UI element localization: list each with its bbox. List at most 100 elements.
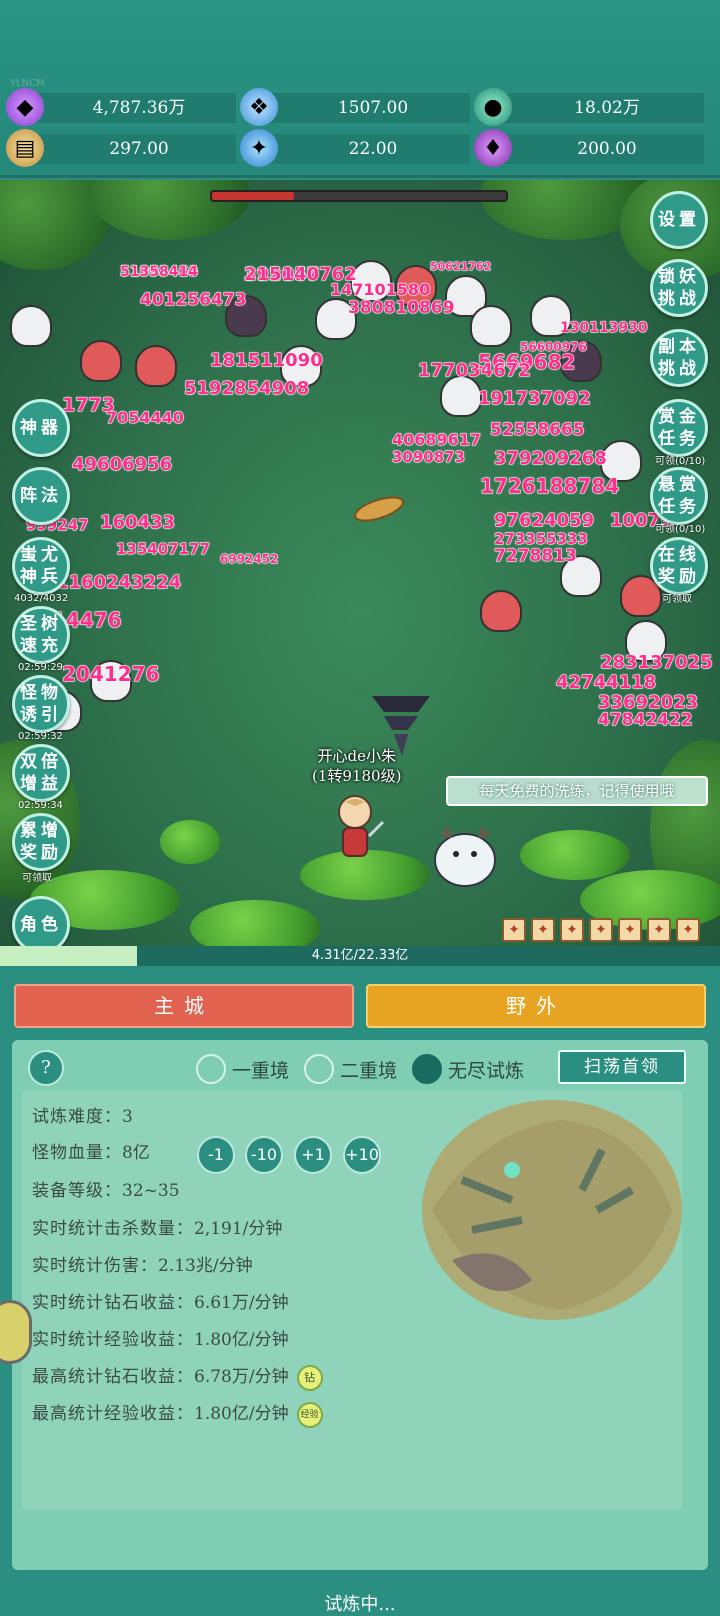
settings-button[interactable]: 设置	[650, 191, 708, 249]
damage-number: 7054440	[106, 408, 185, 428]
diamond-badge-icon: 钻	[296, 1364, 323, 1391]
damage-number: 50621762	[429, 260, 492, 274]
stat-value: 2,191/分钟	[194, 1219, 283, 1239]
stat-label: 怪物血量：	[32, 1143, 122, 1163]
skill-slot-icon[interactable]: ✦	[618, 918, 642, 942]
formation-button[interactable]: 阵法	[12, 467, 70, 525]
stat-label: 实时统计钻石收益：	[32, 1293, 194, 1313]
decrease-10-button[interactable]: -10	[245, 1136, 283, 1174]
resource-value: 4,787.36万	[92, 98, 186, 118]
radio-label: 一重境	[232, 1059, 290, 1082]
player-name: 开心de小朱	[317, 747, 396, 765]
stat-label: 实时统计经验收益：	[32, 1330, 194, 1350]
radio-dot-selected[interactable]	[412, 1054, 442, 1084]
sacred-tree-button[interactable]: 圣树速充	[12, 606, 70, 664]
stat-label: 最高统计经验收益：	[32, 1404, 194, 1424]
monster	[470, 305, 512, 347]
demon-lock-challenge-button[interactable]: 锁妖挑战	[650, 259, 708, 317]
mode-radio-1[interactable]: 一重境	[196, 1054, 289, 1084]
sacred-tree-timer: 02:59:29	[18, 662, 63, 673]
bounty-task-button[interactable]: 赏金任务	[650, 399, 708, 457]
resource-value: 200.00	[577, 139, 637, 159]
damage-number: 52558665	[490, 420, 586, 441]
online-reward-status: 可领取	[662, 594, 692, 605]
monster-lure-button[interactable]: 怪物诱引	[12, 675, 70, 733]
shard-icon: ✦	[240, 129, 278, 167]
damage-number: 160433	[99, 512, 176, 534]
mode-radio-2[interactable]: 二重境	[304, 1054, 397, 1084]
button-label: 锁妖挑战	[658, 267, 700, 309]
button-label: 角色	[20, 915, 62, 935]
experience-bar: 4.31亿/22.33亿	[0, 946, 720, 966]
resource-value: 18.02万	[574, 98, 640, 118]
artifact-button[interactable]: 神器	[12, 399, 70, 457]
button-label: 悬赏任务	[658, 475, 700, 517]
resource-value: 22.00	[348, 139, 398, 159]
double-boost-button[interactable]: 双倍增益	[12, 744, 70, 802]
skill-slot-icon[interactable]: ✦	[589, 918, 613, 942]
stat-label: 最高统计钻石收益：	[32, 1367, 194, 1387]
skill-bar: ✦ ✦ ✦ ✦ ✦ ✦ ✦	[502, 918, 700, 942]
skill-slot-icon[interactable]: ✦	[531, 918, 555, 942]
gem-icon: ◆	[6, 88, 44, 126]
chiyou-weapon-button[interactable]: 蚩尤神兵	[12, 537, 70, 595]
mode-radio-endless[interactable]: 无尽试炼	[412, 1054, 524, 1084]
bush	[520, 830, 630, 880]
sweep-boss-button[interactable]: 扫荡首领	[558, 1050, 686, 1084]
potion-icon: ♦	[474, 129, 512, 167]
player-character[interactable]	[325, 792, 385, 872]
damage-number: 42744118	[555, 672, 657, 694]
stat-max-exp-income: 最高统计经验收益：1.80亿/分钟 经验	[32, 1399, 323, 1428]
radio-label: 二重境	[340, 1059, 398, 1082]
damage-number: 3090873	[391, 448, 466, 467]
decrease-1-button[interactable]: -1	[197, 1136, 235, 1174]
skill-slot-icon[interactable]: ✦	[560, 918, 584, 942]
stat-exp-income: 实时统计经验收益：1.80亿/分钟	[32, 1325, 289, 1350]
skill-slot-icon[interactable]: ✦	[647, 918, 671, 942]
button-label: 神器	[20, 418, 62, 438]
online-reward-button[interactable]: 在线奖励	[650, 537, 708, 595]
cumulative-reward-button[interactable]: 累增奖励	[12, 813, 70, 871]
stat-label: 装备等级：	[32, 1181, 122, 1201]
floating-assistant-button[interactable]	[0, 1300, 32, 1364]
radio-dot[interactable]	[304, 1054, 334, 1084]
skill-slot-icon[interactable]: ✦	[502, 918, 526, 942]
damage-number: 7278813	[494, 546, 578, 567]
skill-slot-icon[interactable]: ✦	[676, 918, 700, 942]
notice-banner[interactable]: 每天免费的洗练，记得使用哦	[446, 776, 708, 806]
stat-max-diamond-income: 最高统计钻石收益：6.78万/分钟钻	[32, 1362, 323, 1391]
battle-scene[interactable]: 51093469 392057762 50621762 401256473 147101…	[0, 180, 720, 966]
main-city-button[interactable]: 主城	[14, 984, 354, 1028]
wild-button[interactable]: 野外	[366, 984, 706, 1028]
radio-dot[interactable]	[196, 1054, 226, 1084]
button-label: 阵法	[20, 486, 62, 506]
damage-number: 6992452	[219, 552, 279, 567]
reward-task-button[interactable]: 悬赏任务	[650, 467, 708, 525]
dungeon-challenge-button[interactable]: 副本挑战	[650, 329, 708, 387]
pet-companion	[434, 826, 496, 887]
crystal-icon: ❖	[240, 88, 278, 126]
help-button[interactable]: ?	[28, 1050, 64, 1086]
monster	[135, 345, 177, 387]
stats-area: 试炼难度：3 -1 -10 +1 +10 怪物血量：8亿 装备等级：32~35 …	[22, 1090, 682, 1510]
stat-label: 实时统计击杀数量：	[32, 1219, 194, 1239]
stat-value: 8亿	[122, 1143, 150, 1163]
button-label: 累增奖励	[20, 821, 62, 863]
increase-1-button[interactable]: +1	[294, 1136, 332, 1174]
damage-number: 283137025	[600, 652, 714, 674]
cumulative-reward-status: 可领取	[22, 873, 52, 884]
resource-potions: ♦ 200.00	[474, 129, 704, 167]
bounty-task-status: 可领(0/10)	[655, 456, 706, 467]
increase-10-button[interactable]: +10	[343, 1136, 381, 1174]
stat-monster-hp: 怪物血量：8亿	[32, 1138, 150, 1163]
stat-value: 6.78万/分钟	[194, 1367, 289, 1387]
damage-number: 191737092	[478, 388, 592, 410]
button-label: 蚩尤神兵	[20, 545, 62, 587]
boomerang-projectile	[354, 496, 404, 522]
stat-equipment-level: 装备等级：32~35	[32, 1176, 180, 1201]
damage-number: 130113930	[560, 320, 649, 337]
monster	[480, 590, 522, 632]
resource-value: 297.00	[109, 139, 169, 159]
double-boost-timer: 02:59:34	[18, 800, 63, 811]
damage-number: 379209268	[494, 448, 608, 470]
